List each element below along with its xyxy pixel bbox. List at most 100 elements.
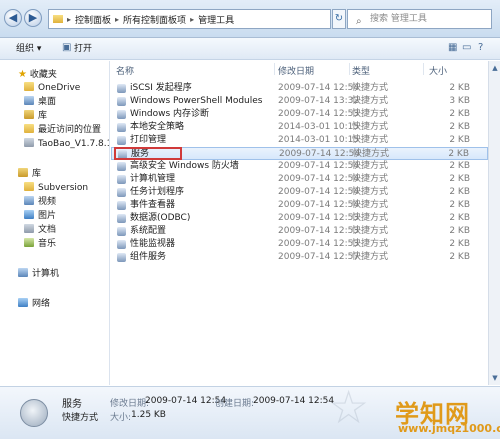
details-modified-value: 2009-07-14 12:54 (145, 396, 227, 406)
file-name: 数据源(ODBC) (130, 213, 191, 223)
column-header-size[interactable]: 大小 (429, 64, 447, 77)
vertical-scrollbar[interactable]: ▲ ▼ (488, 61, 500, 385)
table-row[interactable]: Windows 内存诊断 2009-07-14 12:53 快捷方式 2 KB (111, 108, 488, 121)
table-row[interactable]: 事件查看器 2009-07-14 12:54 快捷方式 2 KB (111, 199, 488, 212)
breadcrumb-all-items[interactable]: 所有控制面板项 (123, 13, 186, 26)
navigation-pane: ★ 收藏夹 OneDrive 桌面 库 最近访问的位置 TaoBao_V1.7.… (0, 61, 110, 385)
services-gear-icon (20, 399, 48, 427)
sidebar-item-music[interactable]: 音乐 (24, 238, 56, 251)
help-icon[interactable]: ? (478, 42, 483, 53)
file-name: Windows PowerShell Modules (130, 96, 263, 106)
organize-button[interactable]: 组织 ▾ (16, 42, 41, 56)
sidebar-item-desktop[interactable]: 桌面 (24, 96, 56, 109)
file-date: 2009-07-14 12:54 (278, 83, 360, 93)
file-date: 2009-07-14 12:53 (278, 226, 360, 236)
highlight-box (114, 147, 182, 160)
file-size: 2 KB (449, 109, 470, 119)
sidebar-favorites[interactable]: ★ 收藏夹 (18, 68, 57, 81)
search-input[interactable]: ⌕ 搜索 管理工具 (347, 9, 492, 29)
pane-toggle-icon[interactable]: ▭ (462, 42, 471, 53)
file-name: 打印管理 (130, 135, 167, 145)
details-name: 服务 (62, 399, 82, 410)
scroll-up-icon[interactable]: ▲ (490, 63, 500, 73)
breadcrumb-control-panel[interactable]: 控制面板 (75, 13, 111, 26)
details-size-value: 1.25 KB (131, 410, 166, 420)
sidebar-favorites-label: 收藏夹 (29, 70, 57, 80)
file-name: 性能监视器 (130, 239, 176, 249)
back-button[interactable]: ◀ (4, 9, 22, 27)
sidebar-item-documents[interactable]: 文档 (24, 224, 56, 237)
file-size: 2 KB (449, 187, 470, 197)
chevron-right-icon: ▸ (190, 14, 195, 24)
computer-icon (18, 268, 28, 277)
view-options-icon[interactable]: ▦ (448, 42, 457, 53)
table-row[interactable]: 本地安全策略 2014-03-01 10:15 快捷方式 2 KB (111, 121, 488, 134)
details-size-label: 大小: (110, 413, 132, 423)
forward-button[interactable]: ▶ (24, 9, 42, 27)
sidebar-item-label: 视频 (38, 197, 57, 207)
table-row[interactable]: 计算机管理 2009-07-14 12:54 快捷方式 2 KB (111, 173, 488, 186)
table-row[interactable]: 高级安全 Windows 防火墙 2009-07-14 12:54 快捷方式 2 KB (111, 160, 488, 173)
column-header-date[interactable]: 修改日期 (278, 64, 314, 77)
refresh-button[interactable]: ↻ (332, 9, 346, 29)
file-name: 计算机管理 (130, 174, 176, 184)
table-row[interactable]: 组件服务 2009-07-14 12:57 快捷方式 2 KB (111, 251, 488, 264)
file-type: 快捷方式 (352, 200, 389, 210)
shortcut-icon (117, 84, 126, 93)
table-row[interactable]: 打印管理 2014-03-01 10:15 快捷方式 2 KB (111, 134, 488, 147)
table-row[interactable]: 任务计划程序 2009-07-14 12:54 快捷方式 2 KB (111, 186, 488, 199)
file-size: 2 KB (449, 239, 470, 249)
file-type: 快捷方式 (352, 213, 389, 223)
shortcut-icon (117, 201, 126, 210)
open-button[interactable]: 打开 (74, 42, 92, 56)
sidebar-item-onedrive[interactable]: OneDrive (24, 82, 80, 95)
file-size: 3 KB (449, 96, 470, 106)
file-size: 2 KB (449, 252, 470, 262)
sidebar-network[interactable]: 网络 (18, 298, 50, 311)
column-header-type[interactable]: 类型 (352, 64, 370, 77)
table-row[interactable]: Windows PowerShell Modules 2009-07-14 13:… (111, 95, 488, 108)
column-divider[interactable] (349, 63, 350, 75)
details-created-value: 2009-07-14 12:54 (253, 396, 335, 406)
scroll-down-icon[interactable]: ▼ (490, 373, 500, 383)
breadcrumb-admin-tools[interactable]: 管理工具 (198, 13, 234, 26)
table-row[interactable]: 系统配置 2009-07-14 12:53 快捷方式 2 KB (111, 225, 488, 238)
table-row[interactable]: 数据源(ODBC) 2009-07-14 12:53 快捷方式 2 KB (111, 212, 488, 225)
sidebar-computer-label: 计算机 (32, 269, 60, 279)
sidebar-libraries[interactable]: 库 (18, 168, 41, 181)
table-row[interactable]: 性能监视器 2009-07-14 12:53 快捷方式 2 KB (111, 238, 488, 251)
address-bar[interactable]: ▸ 控制面板 ▸ 所有控制面板项 ▸ 管理工具 (48, 9, 331, 29)
file-type: 快捷方式 (352, 226, 389, 236)
folder-icon (24, 182, 34, 191)
search-icon: ⌕ (356, 16, 362, 27)
column-divider[interactable] (423, 63, 424, 75)
sidebar-item-recent[interactable]: 最近访问的位置 (24, 124, 101, 137)
sidebar-computer[interactable]: 计算机 (18, 268, 59, 281)
music-icon (24, 238, 34, 247)
sidebar-item-label: 图片 (38, 211, 57, 221)
sidebar-item-library[interactable]: 库 (24, 110, 47, 123)
watermark-url: www.jmqz1000.com (398, 422, 500, 435)
file-size: 2 KB (449, 200, 470, 210)
file-date: 2009-07-14 12:57 (278, 252, 360, 262)
details-created-label: 创建日期: (215, 399, 255, 409)
file-type: 快捷方式 (352, 174, 389, 184)
shortcut-icon (117, 110, 126, 119)
table-row[interactable]: iSCSI 发起程序 2009-07-14 12:54 快捷方式 2 KB (111, 82, 488, 95)
file-date: 2014-03-01 10:15 (278, 122, 360, 132)
sidebar-item-subversion[interactable]: Subversion (24, 182, 88, 195)
file-date: 2009-07-14 12:54 (278, 200, 360, 210)
sidebar-item-videos[interactable]: 视频 (24, 196, 56, 209)
column-header-name[interactable]: 名称 (116, 64, 134, 77)
sidebar-item-pictures[interactable]: 图片 (24, 210, 56, 223)
file-name: 高级安全 Windows 防火墙 (130, 161, 239, 171)
library-icon (24, 110, 34, 119)
shortcut-icon (117, 123, 126, 132)
command-bar: 组织 ▾ ▣ 打开 ▦ ▭ ? (0, 38, 500, 60)
sidebar-item-taobao[interactable]: TaoBao_V1.7.8.10_ (24, 138, 109, 151)
file-size: 2 KB (449, 174, 470, 184)
sidebar-libraries-label: 库 (32, 169, 42, 179)
file-size: 2 KB (449, 83, 470, 93)
column-divider[interactable] (274, 63, 275, 75)
file-type: 快捷方式 (352, 252, 389, 262)
